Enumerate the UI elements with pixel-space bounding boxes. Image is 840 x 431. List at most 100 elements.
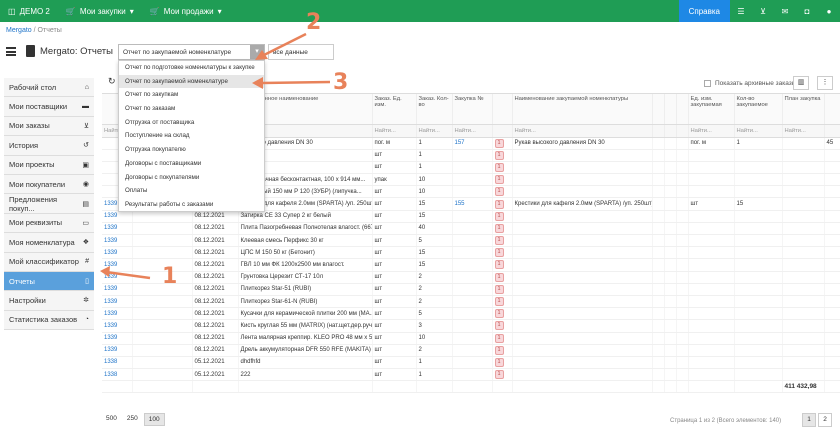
table-cell (676, 319, 689, 333)
dropdown-option[interactable]: Отчет по закупкам (119, 88, 264, 102)
sidebar-item[interactable]: Статистика заказов ◔ (4, 310, 94, 331)
menu-my-purchases[interactable]: 🛒 Мои закупки ▾ (58, 7, 142, 16)
page-1-button[interactable]: 1 (802, 413, 816, 427)
dropdown-option[interactable]: Отгрузка покупателю (119, 143, 264, 157)
column-header[interactable]: Ед. изм. закупаемая (688, 94, 735, 125)
column-header[interactable]: Закупка № (452, 94, 493, 125)
table-row[interactable]: 1339 08.12.2021 Дрель аккумуляторная DFR 5… (102, 344, 840, 357)
sidebar-item[interactable]: Настройки ✲ (4, 291, 94, 311)
filter-cell[interactable]: Найти... (372, 124, 417, 138)
report-select[interactable]: Отчет по закупаемой номенклатуре ▾ (118, 44, 265, 60)
page-size-250[interactable]: 250 (123, 413, 142, 426)
sidebar-item[interactable]: Мои заказы ⊻ (4, 116, 94, 137)
column-header[interactable] (652, 94, 665, 125)
table-cell (664, 234, 677, 248)
table-row[interactable]: 1338 05.12.2021 dhdfhfd шт 1 1 (102, 356, 840, 370)
filter-cell[interactable]: Найти... (416, 124, 453, 138)
filter-cell[interactable]: Найти... (688, 124, 735, 138)
column-header[interactable]: Заказ. Кол-во (416, 94, 453, 125)
filter-cell[interactable] (652, 124, 665, 138)
table-row[interactable]: 1339 08.12.2021 Клеевая смесь Перфикс 30 к… (102, 234, 840, 248)
table-cell (512, 173, 653, 187)
table-row[interactable]: 1339 08.12.2021 Плита Пазогребневая Полнот… (102, 222, 840, 236)
envelope-icon[interactable]: ✉ (774, 0, 796, 22)
table-cell: шт (372, 332, 417, 345)
table-row[interactable]: 1339 08.12.2021 Кисть круглая 55 мм (MATRI… (102, 319, 840, 333)
table-cell (132, 319, 193, 333)
table-row[interactable]: 1339 08.12.2021 ГВЛ 10 мм ФК 1200х2500 мм … (102, 258, 840, 272)
table-cell: 1 (492, 161, 513, 175)
sidebar-item[interactable]: Мой классификатор # (4, 252, 94, 272)
column-header[interactable]: План закупка (782, 94, 825, 125)
page-2-button[interactable]: 2 (818, 413, 832, 427)
sidebar-item[interactable]: Отчеты ▯ (4, 271, 94, 292)
sidebar-item[interactable]: Мои покупатели ◉ (4, 174, 94, 195)
table-row[interactable]: 1339 08.12.2021 ЦПС М 150 50 кг (Бетонит) ш… (102, 246, 840, 260)
menu-my-sales[interactable]: 🛒 Мои продажи ▾ (142, 7, 230, 16)
filter-cell[interactable]: Найти... (512, 124, 653, 138)
table-row[interactable]: 1339 08.12.2021 Кусачки для керамической п… (102, 307, 840, 321)
table-cell (824, 210, 840, 223)
filter-cell[interactable]: Найти... (452, 124, 493, 138)
dropdown-option[interactable]: Оплаты (119, 184, 264, 198)
table-cell (452, 246, 493, 260)
filter-cell[interactable] (676, 124, 689, 138)
page-size-100[interactable]: 100 (143, 413, 165, 426)
user-icon[interactable]: ● (818, 0, 840, 22)
column-header[interactable] (676, 94, 689, 125)
filter-cell[interactable] (824, 124, 840, 138)
cart-icon[interactable]: ⊻ (752, 0, 774, 22)
list-icon[interactable]: ☰ (730, 0, 752, 22)
sidebar-item[interactable]: Рабочий стол ⌂ (4, 78, 94, 98)
filter-cell[interactable] (664, 124, 677, 138)
chevron-down-icon[interactable]: ▾ (250, 45, 264, 59)
sidebar-item[interactable]: Моя номенклатура ❖ (4, 233, 94, 253)
dropdown-option[interactable]: Договоры с покупателями (119, 171, 264, 185)
archive-checkbox[interactable] (704, 80, 711, 87)
archive-toggle[interactable]: Показать архивные заказы (704, 80, 796, 87)
page-size-500[interactable]: 500 (102, 413, 121, 426)
table-row[interactable]: 1339 08.12.2021 Грунтовка Церезит СТ-17 10… (102, 271, 840, 284)
filter-cell[interactable]: Найти... (782, 124, 825, 138)
table-row[interactable]: 1339 08.12.2021 Плиткорез Star-61-N (RUBI)… (102, 295, 840, 309)
help-button[interactable]: Справка (678, 0, 730, 22)
column-header[interactable]: Заказ. Ед. изм. (372, 94, 417, 125)
dropdown-option[interactable]: Отгрузка от поставщика (119, 116, 264, 130)
filter-cell[interactable]: Найти... (734, 124, 783, 138)
dropdown-option[interactable]: Результаты работы с заказами (119, 198, 264, 212)
dropdown-option[interactable]: Отчет по подготовке номенклатуры к закуп… (119, 61, 264, 75)
table-cell (652, 271, 665, 284)
dropdown-option[interactable]: Договоры с поставщиками (119, 157, 264, 171)
filter-cell[interactable] (492, 124, 513, 138)
column-header[interactable] (492, 94, 513, 125)
table-row[interactable]: 1338 05.12.2021 222 шт 1 1 (102, 368, 840, 382)
data-select[interactable]: все данные (268, 44, 334, 60)
breadcrumb-root[interactable]: Mergato (6, 27, 32, 34)
table-row[interactable]: 1339 08.12.2021 Плиткорез Star-51 (RUBI) шт… (102, 283, 840, 296)
table-row[interactable]: 1339 08.12.2021 Лента малярная креппир. KL… (102, 332, 840, 345)
table-cell: шт (372, 368, 417, 382)
dropdown-option[interactable]: Отчет по заказам (119, 102, 264, 116)
sidebar-item[interactable]: Мои реквизиты ▭ (4, 213, 94, 234)
chat-icon[interactable]: ◘ (796, 0, 818, 22)
column-header[interactable] (664, 94, 677, 125)
more-icon[interactable]: ⋮ (817, 76, 833, 90)
refresh-icon[interactable]: ↻ (108, 76, 116, 87)
brand[interactable]: ◫ ДЕМО 2 (0, 7, 58, 16)
table-cell: 1339 (102, 283, 133, 296)
column-header[interactable] (824, 94, 840, 125)
dropdown-option[interactable]: Поступление на склад (119, 129, 264, 143)
dropdown-option-highlighted[interactable]: Отчет по закупаемой номенклатуре (119, 74, 264, 89)
table-cell (652, 137, 665, 150)
column-header[interactable]: Наименование закупаемой номенклатуры (512, 94, 653, 125)
briefcase-icon: ▣ (82, 161, 89, 169)
handshake-icon: ◉ (82, 181, 89, 189)
table-cell (688, 234, 735, 248)
sidebar-item[interactable]: Мои поставщики ▬ (4, 97, 94, 117)
column-header[interactable]: Кол-во закупаемое (734, 94, 783, 125)
sidebar-item[interactable]: Мои проекты ▣ (4, 155, 94, 175)
hamburger-icon[interactable] (6, 47, 16, 56)
sidebar-item[interactable]: Предложения покуп... ▤ (4, 194, 94, 214)
sidebar-item[interactable]: История ↺ (4, 136, 94, 156)
columns-icon[interactable]: ▥ (793, 76, 809, 90)
